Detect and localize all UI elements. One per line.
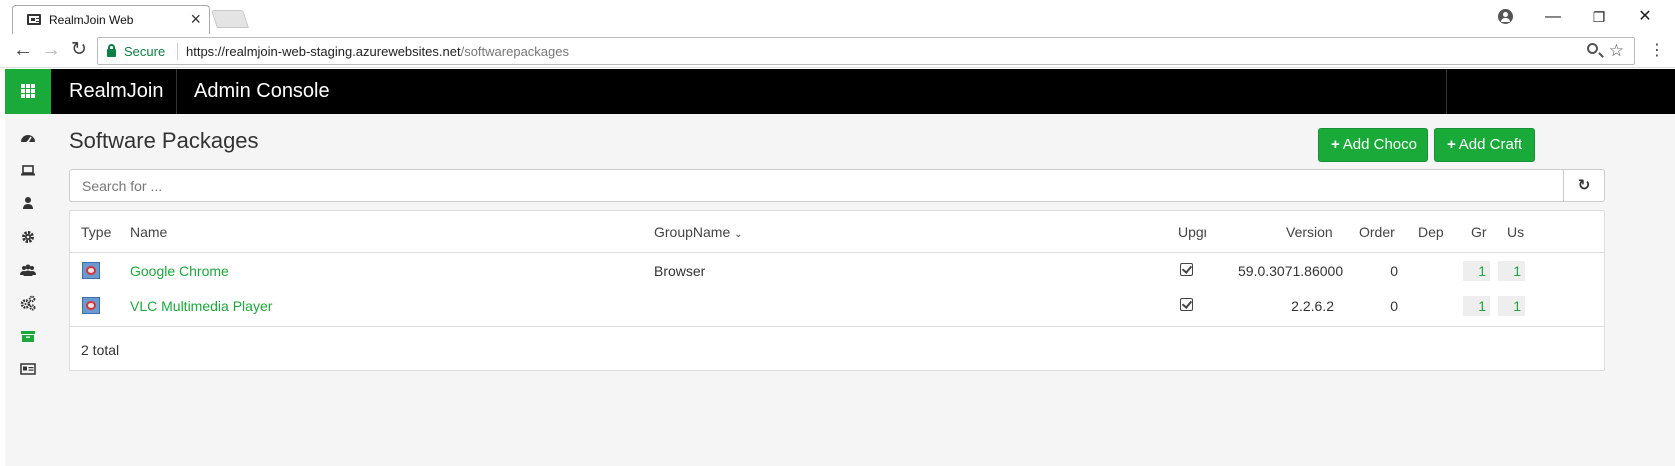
secure-label: Secure <box>124 44 166 59</box>
users-count-badge[interactable]: 1 <box>1498 261 1525 281</box>
reload-icon[interactable]: ↻ <box>67 39 91 63</box>
upgrade-check-icon <box>1180 298 1193 311</box>
package-order: 0 <box>1390 298 1398 314</box>
table-row[interactable]: Google Chrome Browser 59.0.3071.86000 0 … <box>70 253 1604 290</box>
sidebar <box>5 114 51 466</box>
add-choco-button[interactable]: + Add Choco <box>1318 128 1428 162</box>
lock-icon <box>107 44 116 57</box>
package-name-link[interactable]: Google Chrome <box>130 263 229 279</box>
column-groupname[interactable]: GroupName ⌄ <box>654 224 743 240</box>
column-order[interactable]: Order <box>1359 224 1395 240</box>
refresh-button[interactable]: ↻ <box>1563 170 1604 201</box>
table-row[interactable]: VLC Multimedia Player 2.2.6.2 0 1 1 <box>70 288 1604 325</box>
package-icon <box>82 262 100 279</box>
column-groups[interactable]: Gr <box>1471 224 1489 240</box>
star-icon[interactable]: ☆ <box>1609 41 1624 61</box>
profile-icon[interactable] <box>1498 9 1513 24</box>
column-type[interactable]: Type <box>81 224 111 240</box>
address-bar[interactable]: Secure https://realmjoin-web-staging.azu… <box>97 37 1635 65</box>
app-launcher-grid-icon[interactable] <box>5 69 51 114</box>
column-version[interactable]: Version <box>1286 224 1333 240</box>
browser-titlebar: RealmJoin Web × — ❐ ✕ <box>0 0 1675 35</box>
column-groupname-label: GroupName <box>654 224 731 240</box>
total-count: 2 total <box>81 342 120 358</box>
archive-icon[interactable] <box>19 327 37 345</box>
menu-icon[interactable]: ⋮ <box>1649 42 1665 60</box>
main-area: Software Packages + Add Choco + Add Craft … <box>5 114 1675 466</box>
column-dep[interactable]: Dep <box>1418 224 1444 240</box>
tab-title: RealmJoin Web <box>49 13 134 27</box>
package-version: 2.2.6.2 <box>1291 298 1334 314</box>
tab-close-icon[interactable]: × <box>190 9 201 29</box>
groups-count-badge[interactable]: 1 <box>1463 296 1490 316</box>
table-footer: 2 total <box>70 326 1604 370</box>
gears-icon[interactable] <box>19 294 37 312</box>
app-header: RealmJoin Admin Console <box>5 69 1675 114</box>
id-card-favicon-icon <box>27 14 41 25</box>
upgrade-check-icon <box>1180 263 1193 276</box>
forward-icon[interactable]: → <box>39 39 63 63</box>
browser-tab[interactable]: RealmJoin Web × <box>12 5 210 35</box>
url-text[interactable]: https://realmjoin-web-staging.azurewebsi… <box>186 44 569 59</box>
close-window-button[interactable]: ✕ <box>1622 5 1668 29</box>
refresh-icon: ↻ <box>1577 177 1591 194</box>
header-divider <box>176 69 177 114</box>
browser-toolbar: ← → ↻ Secure https://realmjoin-web-stagi… <box>0 34 1675 68</box>
id-card-icon[interactable] <box>19 360 37 378</box>
chevron-down-icon: ⌄ <box>734 229 743 240</box>
back-icon[interactable]: ← <box>11 39 35 63</box>
plus-icon: + <box>1447 136 1456 153</box>
column-name[interactable]: Name <box>130 224 167 240</box>
users-icon[interactable] <box>19 261 37 279</box>
column-users[interactable]: Us <box>1507 224 1525 240</box>
package-name-link[interactable]: VLC Multimedia Player <box>130 298 272 314</box>
gear-icon[interactable] <box>19 228 37 246</box>
search-input[interactable] <box>70 170 1564 201</box>
add-craft-label: Add Craft <box>1458 136 1523 153</box>
user-icon[interactable] <box>19 194 37 212</box>
dashboard-icon[interactable] <box>19 129 37 147</box>
header-divider-right <box>1446 69 1447 114</box>
table-header: Type Name GroupName ⌄ Upgr Version Order… <box>70 211 1604 253</box>
zoom-icon[interactable] <box>1587 43 1598 54</box>
package-icon <box>82 297 100 314</box>
laptop-icon[interactable] <box>19 161 37 179</box>
url-path: /softwarepackages <box>460 44 569 59</box>
section-title: Admin Console <box>194 80 330 102</box>
column-upgrade[interactable]: Upgr <box>1178 224 1206 240</box>
package-order: 0 <box>1390 263 1398 279</box>
new-tab-button[interactable] <box>211 10 249 28</box>
package-version: 59.0.3071.86000 <box>1238 263 1344 279</box>
page-title: Software Packages <box>69 128 259 153</box>
restore-button[interactable]: ❐ <box>1576 5 1622 29</box>
plus-icon: + <box>1331 136 1340 153</box>
minimize-button[interactable]: — <box>1530 5 1576 29</box>
url-host: https://realmjoin-web-staging.azurewebsi… <box>186 44 461 59</box>
packages-table: Type Name GroupName ⌄ Upgr Version Order… <box>69 210 1605 371</box>
brand-name[interactable]: RealmJoin <box>69 80 163 103</box>
package-group: Browser <box>654 263 706 279</box>
omnibox-divider <box>177 43 178 60</box>
add-craft-button[interactable]: + Add Craft <box>1434 128 1535 162</box>
search-bar: ↻ <box>69 169 1605 202</box>
users-count-badge[interactable]: 1 <box>1498 296 1525 316</box>
add-choco-label: Add Choco <box>1342 136 1417 153</box>
groups-count-badge[interactable]: 1 <box>1463 261 1490 281</box>
